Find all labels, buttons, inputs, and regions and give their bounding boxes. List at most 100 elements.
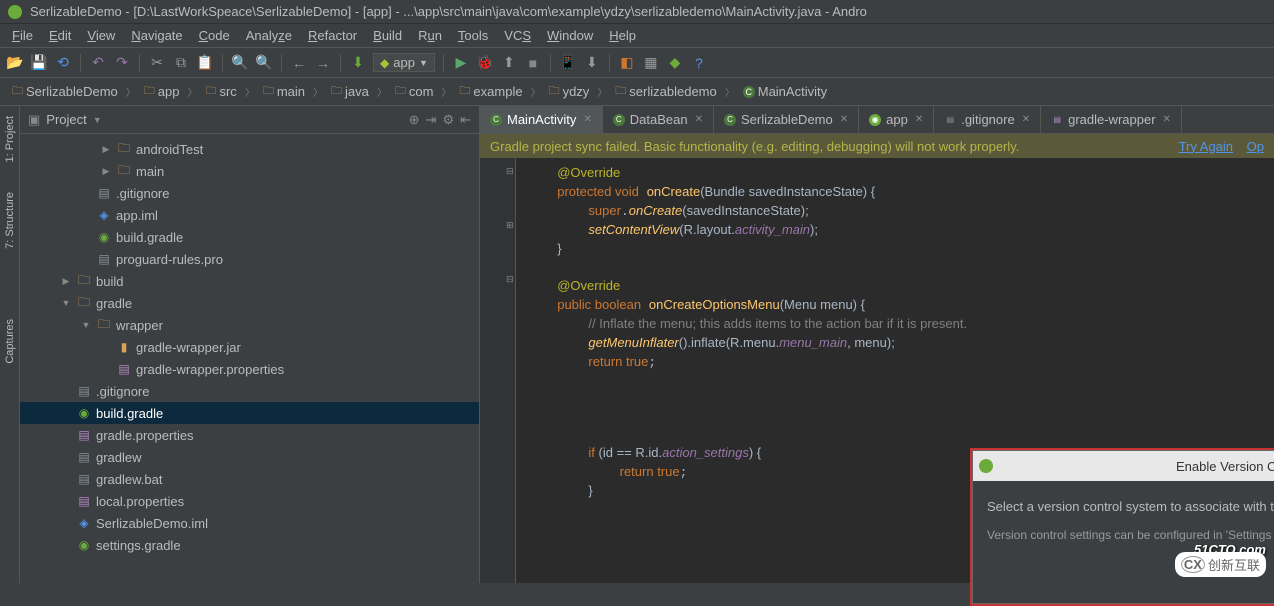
dialog-prompt: Select a version control system to assoc… <box>987 499 1274 514</box>
file-icon: ▤ <box>96 252 112 266</box>
tree-item[interactable]: ◉settings.gradle <box>20 534 479 556</box>
stop-icon[interactable]: ■ <box>524 54 542 72</box>
nav-breadcrumb: 🗀SerlizableDemo〉🗀app〉🗀src〉🗀main〉🗀java〉🗀c… <box>0 78 1274 106</box>
breadcrumb-item[interactable]: 🗀SerlizableDemo <box>8 81 122 102</box>
menu-edit[interactable]: Edit <box>43 26 77 45</box>
close-tab-icon[interactable]: ✕ <box>1163 114 1171 125</box>
tree-item[interactable]: ▶🗀main <box>20 160 479 182</box>
collapse-icon[interactable]: ⇥ <box>426 112 437 128</box>
close-tab-icon[interactable]: ✕ <box>583 114 591 125</box>
tree-item[interactable]: ▤.gitignore <box>20 182 479 204</box>
dialog-highlight-box: Enable Version Control Integration ✕ Sel… <box>970 448 1274 606</box>
menu-view[interactable]: View <box>81 26 121 45</box>
tree-item[interactable]: ▤gradle.properties <box>20 424 479 446</box>
scroll-from-icon[interactable]: ⊕ <box>409 112 420 128</box>
breadcrumb-item[interactable]: 🗀src <box>201 81 240 102</box>
run-config-combo[interactable]: ◆ app ▼ <box>373 53 435 72</box>
tool-project[interactable]: 1: Project <box>4 116 16 162</box>
sdk-icon[interactable]: ⬇ <box>583 54 601 72</box>
open-link[interactable]: Op <box>1247 139 1264 154</box>
editor-tab[interactable]: CSerlizableDemo✕ <box>714 106 859 133</box>
tree-item[interactable]: ▤.gitignore <box>20 380 479 402</box>
project-tree[interactable]: ▶🗀androidTest▶🗀main▤.gitignore◈app.iml◉b… <box>20 134 479 583</box>
menu-vcs[interactable]: VCS <box>498 26 537 45</box>
tree-item[interactable]: ◉build.gradle <box>20 226 479 248</box>
monitor-icon[interactable]: ◧ <box>618 54 636 72</box>
cut-icon[interactable]: ✂ <box>148 54 166 72</box>
tool-captures[interactable]: Captures <box>4 319 16 364</box>
gradle-sync-icon[interactable]: ◆ <box>666 54 684 72</box>
make-icon[interactable]: ⬇ <box>349 54 367 72</box>
gear-icon[interactable]: ⚙ <box>442 112 454 128</box>
editor-tab[interactable]: CMainActivity✕ <box>480 106 603 133</box>
close-tab-icon[interactable]: ✕ <box>915 114 923 125</box>
editor-tab[interactable]: ▤.gitignore✕ <box>934 106 1041 133</box>
tree-item[interactable]: ◈SerlizableDemo.iml <box>20 512 479 534</box>
gradle-icon: ◉ <box>96 230 112 244</box>
help-icon[interactable]: ? <box>690 54 708 72</box>
chevron-down-icon[interactable]: ▼ <box>93 115 102 125</box>
sync-icon[interactable]: ⟲ <box>54 54 72 72</box>
attach-icon[interactable]: ⬆ <box>500 54 518 72</box>
dialog-title-bar[interactable]: Enable Version Control Integration ✕ <box>973 451 1274 481</box>
file-icon: ▤ <box>76 472 92 486</box>
tool-structure[interactable]: 7: Structure <box>4 192 16 249</box>
forward-icon[interactable]: → <box>314 54 332 72</box>
menu-run[interactable]: Run <box>412 26 448 45</box>
breadcrumb-item[interactable]: 🗀main <box>259 81 309 102</box>
folder-icon: 🗀 <box>76 293 92 314</box>
tree-item[interactable]: ▶🗀androidTest <box>20 138 479 160</box>
project-tool-window: ▣ Project ▼ ⊕ ⇥ ⚙ ⇤ ▶🗀androidTest▶🗀main▤… <box>20 106 480 583</box>
iml-icon: ◈ <box>96 208 112 222</box>
try-again-link[interactable]: Try Again <box>1179 139 1233 154</box>
breadcrumb-item[interactable]: 🗀example <box>455 81 526 102</box>
tree-item[interactable]: ▤gradlew.bat <box>20 468 479 490</box>
back-icon[interactable]: ← <box>290 54 308 72</box>
tree-item[interactable]: ▼🗀gradle <box>20 292 479 314</box>
breadcrumb-item[interactable]: 🗀app <box>140 81 184 102</box>
breadcrumb-item[interactable]: CMainActivity <box>739 83 831 100</box>
menu-analyze[interactable]: Analyze <box>240 26 298 45</box>
breadcrumb-item[interactable]: 🗀java <box>327 81 373 102</box>
tree-item[interactable]: ▼🗀wrapper <box>20 314 479 336</box>
copy-icon[interactable]: ⧉ <box>172 54 190 72</box>
menu-file[interactable]: File <box>6 26 39 45</box>
redo-icon[interactable]: ↷ <box>113 54 131 72</box>
tree-item[interactable]: ▤local.properties <box>20 490 479 512</box>
replace-icon[interactable]: 🔍 <box>255 54 273 72</box>
avd-icon[interactable]: 📱 <box>559 54 577 72</box>
breadcrumb-item[interactable]: 🗀com <box>391 81 438 102</box>
breadcrumb-item[interactable]: 🗀ydzy <box>545 81 594 102</box>
menu-tools[interactable]: Tools <box>452 26 494 45</box>
menu-refactor[interactable]: Refactor <box>302 26 363 45</box>
run-icon[interactable]: ▶ <box>452 54 470 72</box>
find-icon[interactable]: 🔍 <box>231 54 249 72</box>
tree-item[interactable]: ▶🗀build <box>20 270 479 292</box>
close-tab-icon[interactable]: ✕ <box>695 114 703 125</box>
save-icon[interactable]: 💾 <box>30 54 48 72</box>
structure-icon[interactable]: ▦ <box>642 54 660 72</box>
debug-icon[interactable]: 🐞 <box>476 54 494 72</box>
menu-window[interactable]: Window <box>541 26 599 45</box>
menu-help[interactable]: Help <box>603 26 642 45</box>
paste-icon[interactable]: 📋 <box>196 54 214 72</box>
tree-item[interactable]: ▤gradle-wrapper.properties <box>20 358 479 380</box>
close-tab-icon[interactable]: ✕ <box>840 114 848 125</box>
editor-tab[interactable]: ◉app✕ <box>859 106 934 133</box>
tree-item[interactable]: ▤gradlew <box>20 446 479 468</box>
open-icon[interactable]: 📂 <box>6 54 24 72</box>
tree-item[interactable]: ◈app.iml <box>20 204 479 226</box>
tree-item[interactable]: ▤proguard-rules.pro <box>20 248 479 270</box>
menu-code[interactable]: Code <box>193 26 236 45</box>
menu-navigate[interactable]: Navigate <box>125 26 188 45</box>
hide-icon[interactable]: ⇤ <box>460 112 471 128</box>
editor-tab[interactable]: CDataBean✕ <box>603 106 714 133</box>
undo-icon[interactable]: ↶ <box>89 54 107 72</box>
menu-build[interactable]: Build <box>367 26 408 45</box>
breadcrumb-item[interactable]: 🗀serlizabledemo <box>611 81 720 102</box>
dialog-logo-icon <box>979 459 993 473</box>
close-tab-icon[interactable]: ✕ <box>1022 114 1030 125</box>
tree-item[interactable]: ▮gradle-wrapper.jar <box>20 336 479 358</box>
tree-item[interactable]: ◉build.gradle <box>20 402 479 424</box>
editor-tab[interactable]: ▤gradle-wrapper✕ <box>1041 106 1182 133</box>
